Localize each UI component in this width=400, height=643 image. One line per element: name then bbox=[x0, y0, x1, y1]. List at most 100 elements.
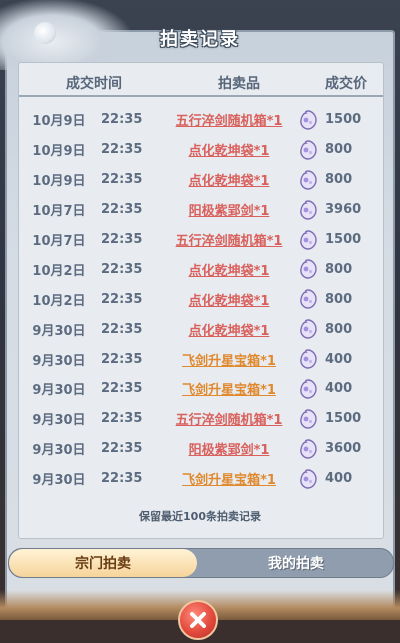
record-date: 10月7日 bbox=[32, 204, 86, 220]
record-price: 3960 bbox=[297, 199, 383, 221]
record-time: 22:35 bbox=[101, 441, 143, 457]
record-time: 22:35 bbox=[101, 112, 143, 128]
spirit-coin-icon bbox=[297, 318, 319, 340]
record-price: 400 bbox=[297, 378, 383, 400]
price-value: 1500 bbox=[325, 232, 362, 247]
record-list[interactable]: 成交时间 拍卖品 成交价 10月9日 22:35 五行淬剑随机箱*1 1500 10月9… bbox=[18, 62, 384, 539]
record-date: 10月9日 bbox=[32, 174, 86, 190]
record-price: 1500 bbox=[297, 109, 383, 131]
page-title: 拍卖记录 bbox=[160, 29, 240, 50]
record-time: 22:35 bbox=[101, 351, 143, 367]
footer-note: 保留最近100条拍卖记录 bbox=[139, 510, 261, 523]
price-value: 800 bbox=[325, 172, 353, 188]
price-value: 800 bbox=[325, 261, 353, 277]
record-price: 1500 bbox=[297, 408, 383, 430]
record-item-link[interactable]: 阳极紫郢剑*1 bbox=[159, 200, 299, 219]
close-icon bbox=[190, 612, 206, 628]
record-time: 22:35 bbox=[101, 411, 143, 427]
record-time: 22:35 bbox=[101, 232, 143, 247]
record-time: 22:35 bbox=[101, 291, 143, 307]
record-price: 400 bbox=[297, 468, 383, 490]
record-time: 22:35 bbox=[101, 142, 143, 158]
table-row: 10月7日 22:35 阳极紫郢剑*1 3960 bbox=[19, 195, 383, 225]
record-item-link[interactable]: 五行淬剑随机箱*1 bbox=[159, 110, 299, 129]
price-value: 3600 bbox=[325, 441, 362, 457]
title-bar: 拍卖记录 bbox=[50, 20, 350, 56]
record-price: 400 bbox=[297, 348, 383, 370]
record-date: 10月9日 bbox=[32, 114, 86, 130]
record-item-link[interactable]: 五行淬剑随机箱*1 bbox=[159, 230, 299, 249]
header-item: 拍卖品 bbox=[218, 76, 260, 92]
price-value: 1500 bbox=[325, 411, 362, 427]
table-row: 10月9日 22:35 点化乾坤袋*1 800 bbox=[19, 135, 383, 165]
record-price: 3600 bbox=[297, 438, 383, 460]
record-date: 9月30日 bbox=[32, 383, 86, 399]
spirit-coin-icon bbox=[297, 288, 319, 310]
table-row: 9月30日 22:35 飞剑升星宝箱*1 400 bbox=[19, 344, 383, 374]
record-date: 10月9日 bbox=[32, 144, 86, 160]
table-row: 9月30日 22:35 点化乾坤袋*1 800 bbox=[19, 314, 383, 344]
spirit-coin-icon bbox=[297, 258, 319, 280]
price-value: 800 bbox=[325, 291, 353, 307]
record-item-link[interactable]: 点化乾坤袋*1 bbox=[159, 290, 299, 309]
spirit-coin-icon bbox=[297, 438, 319, 460]
record-date: 9月30日 bbox=[32, 473, 86, 489]
close-button[interactable] bbox=[178, 600, 218, 640]
record-item-link[interactable]: 点化乾坤袋*1 bbox=[159, 260, 299, 279]
record-item-link[interactable]: 点化乾坤袋*1 bbox=[159, 170, 299, 189]
spirit-coin-icon bbox=[297, 378, 319, 400]
spirit-coin-icon bbox=[297, 109, 319, 131]
spirit-coin-icon bbox=[297, 169, 319, 191]
spirit-coin-icon bbox=[297, 229, 319, 251]
price-value: 800 bbox=[325, 321, 353, 337]
record-price: 800 bbox=[297, 139, 383, 161]
record-time: 22:35 bbox=[101, 261, 143, 277]
table-row: 10月9日 22:35 点化乾坤袋*1 800 bbox=[19, 165, 383, 195]
table-row: 10月9日 22:35 五行淬剑随机箱*1 1500 bbox=[19, 105, 383, 135]
price-value: 400 bbox=[325, 471, 353, 487]
price-value: 3960 bbox=[325, 202, 362, 218]
tab-bar: 宗门拍卖 我的拍卖 bbox=[8, 548, 394, 578]
record-time: 22:35 bbox=[101, 172, 143, 188]
record-item-link[interactable]: 点化乾坤袋*1 bbox=[159, 140, 299, 159]
tab-sect-auction[interactable]: 宗门拍卖 bbox=[9, 549, 197, 577]
price-value: 400 bbox=[325, 351, 353, 367]
price-value: 800 bbox=[325, 142, 353, 158]
header-time: 成交时间 bbox=[66, 76, 122, 92]
table-row: 9月30日 22:35 五行淬剑随机箱*1 1500 bbox=[19, 404, 383, 434]
record-date: 9月30日 bbox=[32, 323, 86, 339]
table-row: 10月7日 22:35 五行淬剑随机箱*1 1500 bbox=[19, 225, 383, 255]
header-price: 成交价 bbox=[325, 76, 367, 92]
table-row: 10月2日 22:35 点化乾坤袋*1 800 bbox=[19, 284, 383, 314]
record-time: 22:35 bbox=[101, 202, 143, 218]
spirit-coin-icon bbox=[297, 199, 319, 221]
record-item-link[interactable]: 五行淬剑随机箱*1 bbox=[159, 409, 299, 428]
table-header: 成交时间 拍卖品 成交价 bbox=[19, 71, 383, 97]
record-time: 22:35 bbox=[101, 381, 143, 397]
tab-my-auction[interactable]: 我的拍卖 bbox=[199, 549, 393, 577]
record-date: 9月30日 bbox=[32, 443, 86, 459]
table-row: 9月30日 22:35 飞剑升星宝箱*1 400 bbox=[19, 464, 383, 494]
table-row: 9月30日 22:35 飞剑升星宝箱*1 400 bbox=[19, 374, 383, 404]
table-row: 10月2日 22:35 点化乾坤袋*1 800 bbox=[19, 254, 383, 284]
price-value: 1500 bbox=[325, 112, 362, 128]
record-price: 800 bbox=[297, 288, 383, 310]
spirit-coin-icon bbox=[297, 408, 319, 430]
spirit-coin-icon bbox=[297, 348, 319, 370]
record-item-link[interactable]: 飞剑升星宝箱*1 bbox=[159, 350, 299, 369]
table-body: 10月9日 22:35 五行淬剑随机箱*1 1500 10月9日 22:35 点化乾坤袋*1… bbox=[19, 105, 383, 494]
record-time: 22:35 bbox=[101, 321, 143, 337]
spirit-coin-icon bbox=[297, 139, 319, 161]
spirit-coin-icon bbox=[297, 468, 319, 490]
record-item-link[interactable]: 飞剑升星宝箱*1 bbox=[159, 379, 299, 398]
record-item-link[interactable]: 点化乾坤袋*1 bbox=[159, 320, 299, 339]
record-date: 10月2日 bbox=[32, 293, 86, 309]
table-row: 9月30日 22:35 阳极紫郢剑*1 3600 bbox=[19, 434, 383, 464]
record-price: 800 bbox=[297, 258, 383, 280]
record-date: 10月2日 bbox=[32, 263, 86, 279]
record-date: 10月7日 bbox=[32, 234, 86, 249]
record-item-link[interactable]: 阳极紫郢剑*1 bbox=[159, 439, 299, 458]
record-price: 1500 bbox=[297, 229, 383, 251]
record-item-link[interactable]: 飞剑升星宝箱*1 bbox=[159, 469, 299, 488]
record-date: 9月30日 bbox=[32, 353, 86, 369]
